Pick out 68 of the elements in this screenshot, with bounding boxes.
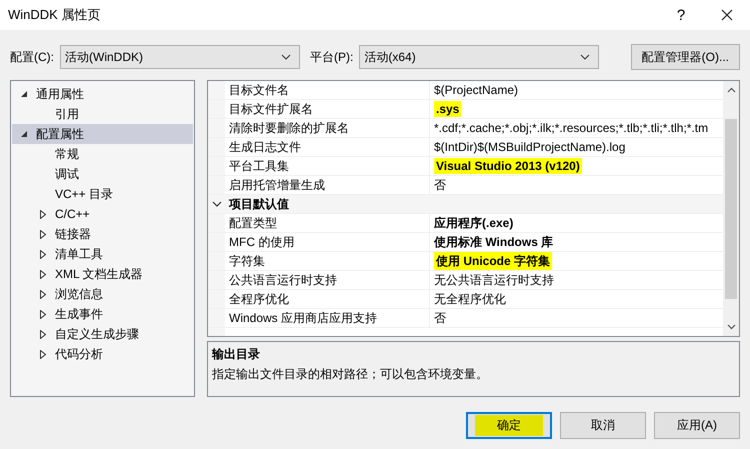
property-name: 平台工具集 — [225, 157, 430, 175]
collapsed-triangle-icon — [40, 210, 46, 218]
tree-item[interactable]: 自定义生成步骤 — [12, 324, 193, 344]
tree-item[interactable]: 代码分析 — [12, 344, 193, 364]
scroll-thumb[interactable] — [725, 118, 737, 298]
collapsed-triangle-icon — [40, 270, 46, 278]
collapsed-triangle-icon — [40, 330, 46, 338]
tree-item[interactable]: 生成事件 — [12, 304, 193, 324]
tree-item[interactable]: XML 文档生成器 — [12, 264, 193, 284]
description-text: 指定输出文件目录的相对路径；可以包含环境变量。 — [212, 366, 489, 383]
vertical-scrollbar[interactable] — [723, 81, 739, 336]
property-value[interactable]: $(ProjectName) — [434, 83, 518, 97]
property-value[interactable]: *.cdf;*.cache;*.obj;*.ilk;*.resources;*.tlb;*.tli;*.tlh;*.tm — [434, 121, 708, 135]
collapsed-triangle-icon — [40, 230, 46, 238]
property-name: 生成日志文件 — [225, 138, 430, 156]
tree-item[interactable]: 清单工具 — [12, 244, 193, 264]
property-name: 全程序优化 — [225, 290, 430, 308]
help-button[interactable]: ? — [658, 0, 704, 30]
property-value[interactable]: .sys — [434, 101, 462, 117]
collapsed-triangle-icon — [40, 350, 46, 358]
tree-item[interactable]: 浏览信息 — [12, 284, 193, 304]
dialog-button[interactable]: 确定 — [466, 412, 552, 439]
scroll-up-icon — [726, 87, 736, 93]
property-name: MFC 的使用 — [225, 233, 430, 251]
property-name: 清除时要删除的扩展名 — [225, 119, 430, 137]
tree-item[interactable]: 常规 — [12, 144, 193, 164]
close-icon — [721, 9, 733, 21]
tree-item[interactable]: VC++ 目录 — [12, 184, 193, 204]
chevron-down-icon — [580, 54, 590, 60]
property-value[interactable]: 无全程序优化 — [434, 290, 506, 308]
tree-item[interactable]: 引用 — [12, 104, 193, 124]
window-title: WinDDK 属性页 — [8, 6, 100, 24]
property-name: 目标文件名 — [225, 81, 430, 99]
field-label: 平台(P): — [310, 48, 354, 66]
field-label: 配置(C): — [10, 48, 54, 66]
tree-item[interactable]: 链接器 — [12, 224, 193, 244]
collapsed-triangle-icon — [40, 310, 46, 318]
dialog-button[interactable]: 取消 — [560, 412, 646, 439]
tree-item[interactable]: 调试 — [12, 164, 193, 184]
property-name: 字符集 — [225, 252, 430, 270]
tree-item[interactable]: 配置属性 — [12, 124, 193, 144]
property-name: 启用托管增量生成 — [225, 176, 430, 194]
property-value[interactable]: 使用 Unicode 字符集 — [434, 252, 552, 270]
property-name: Windows 应用商店应用支持 — [225, 309, 430, 327]
configuration-dropdown[interactable]: 活动(WinDDK) — [60, 45, 300, 69]
tree-item[interactable]: C/C++ — [12, 204, 193, 224]
expanded-triangle-icon — [20, 90, 28, 98]
category-header[interactable]: 项目默认值 — [225, 195, 289, 213]
configuration-manager-button[interactable]: 配置管理器(O)... — [630, 44, 740, 70]
property-value[interactable]: 否 — [434, 176, 446, 194]
property-value[interactable]: 应用程序(.exe) — [434, 214, 514, 232]
chevron-down-icon — [281, 54, 291, 60]
dialog-button[interactable]: 应用(A) — [654, 412, 740, 439]
property-name: 目标文件扩展名 — [225, 100, 430, 118]
property-name: 配置类型 — [225, 214, 430, 232]
expanded-triangle-icon — [20, 130, 28, 138]
property-name: 公共语言运行时支持 — [225, 271, 430, 289]
property-value[interactable]: 否 — [434, 310, 446, 326]
scroll-down-icon — [726, 324, 736, 330]
collapsed-triangle-icon — [40, 250, 46, 258]
property-value[interactable]: $(IntDir)$(MSBuildProjectName).log — [434, 140, 626, 154]
property-value[interactable]: 使用标准 Windows 库 — [434, 234, 554, 250]
property-value[interactable]: 无公共语言运行时支持 — [434, 272, 554, 288]
description-title: 输出目录 — [212, 346, 261, 363]
collapsed-triangle-icon — [40, 290, 46, 298]
tree-item[interactable]: 通用属性 — [12, 84, 193, 104]
property-value[interactable]: Visual Studio 2013 (v120) — [434, 158, 582, 174]
platform-dropdown[interactable]: 活动(x64) — [359, 45, 600, 69]
